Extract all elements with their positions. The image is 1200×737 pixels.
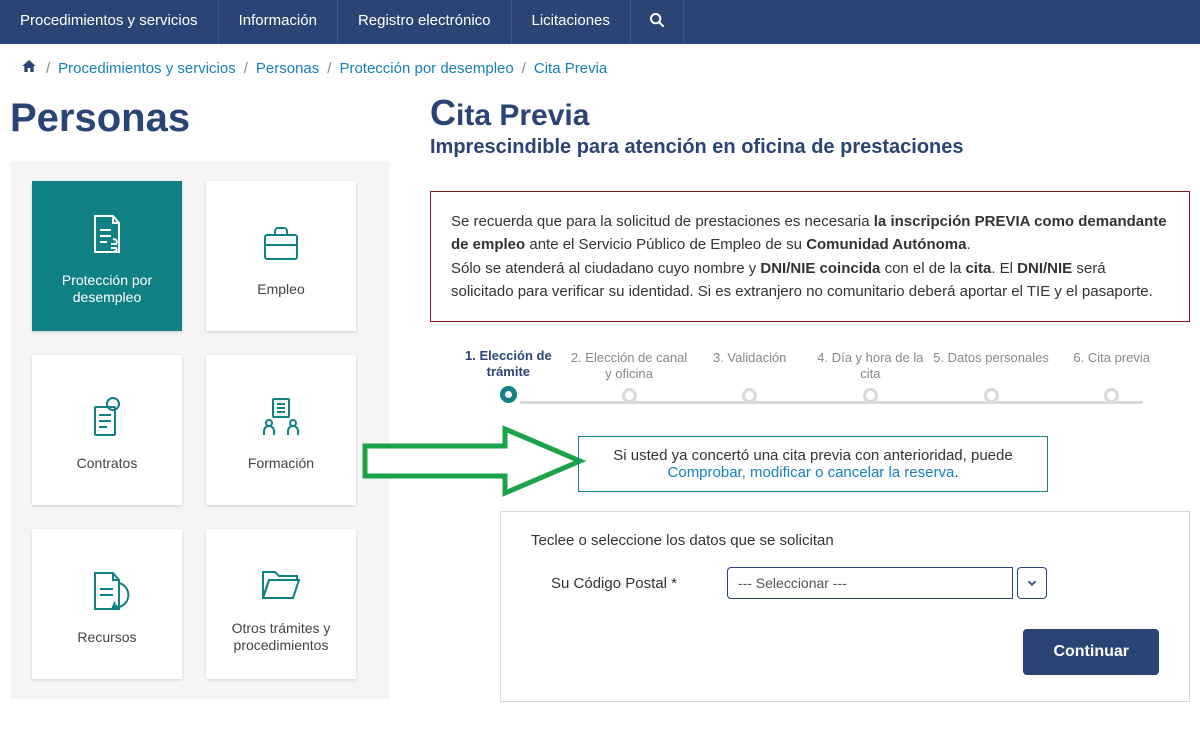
content-subtitle: Imprescindible para atención en oficina … <box>430 136 1190 159</box>
document-refresh-icon <box>79 563 135 619</box>
folder-open-icon <box>253 554 309 610</box>
home-icon[interactable] <box>20 58 38 78</box>
breadcrumb-sep: / <box>327 60 331 77</box>
step-indicator: 1. Elección de trámite 2. Elección de ca… <box>430 348 1190 406</box>
check-modify-cancel-link[interactable]: Comprobar, modificar o cancelar la reser… <box>668 464 955 481</box>
card-label: Empleo <box>257 281 304 298</box>
briefcase-icon <box>253 215 309 271</box>
breadcrumb-sep: / <box>244 60 248 77</box>
card-label: Formación <box>248 455 314 472</box>
step-3: 3. Validación <box>689 350 810 406</box>
chevron-down-icon[interactable] <box>1017 567 1047 599</box>
form-box: Teclee o seleccione los datos que se sol… <box>500 511 1190 702</box>
continue-button[interactable]: Continuar <box>1023 629 1159 675</box>
training-icon <box>253 389 309 445</box>
page-title: Personas <box>10 96 390 141</box>
nav-procedimientos[interactable]: Procedimientos y servicios <box>0 0 219 44</box>
existing-appointment-box: Si usted ya concertó una cita previa con… <box>578 436 1048 492</box>
nav-search[interactable] <box>631 0 684 44</box>
top-nav: Procedimientos y servicios Información R… <box>0 0 1200 44</box>
step-6: 6. Cita previa <box>1051 350 1172 406</box>
step-5: 5. Datos personales <box>931 350 1052 406</box>
sidebar-panel: Protección por desempleo Empleo Contrato… <box>10 161 390 699</box>
card-label: Contratos <box>77 455 138 472</box>
form-prompt: Teclee o seleccione los datos que se sol… <box>531 532 1159 549</box>
card-label: Protección por desempleo <box>42 272 172 306</box>
step-1: 1. Elección de trámite <box>448 348 569 406</box>
content-title: Cita Previa <box>430 92 1190 134</box>
card-contratos[interactable]: Contratos <box>32 355 182 505</box>
arrow-right-icon <box>360 424 590 503</box>
nav-informacion[interactable]: Información <box>219 0 338 44</box>
breadcrumb-item-2[interactable]: Personas <box>256 60 319 77</box>
card-empleo[interactable]: Empleo <box>206 181 356 331</box>
breadcrumb: / Procedimientos y servicios / Personas … <box>0 44 1200 86</box>
card-proteccion-desempleo[interactable]: Protección por desempleo <box>32 181 182 331</box>
nav-registro[interactable]: Registro electrónico <box>338 0 512 44</box>
notice-box: Se recuerda que para la solicitud de pre… <box>430 191 1190 322</box>
card-label: Recursos <box>77 629 136 646</box>
card-formacion[interactable]: Formación <box>206 355 356 505</box>
breadcrumb-item-4[interactable]: Cita Previa <box>534 60 607 77</box>
card-grid: Protección por desempleo Empleo Contrato… <box>32 181 368 679</box>
document-euro-icon <box>79 206 135 262</box>
breadcrumb-sep: / <box>522 60 526 77</box>
card-otros-tramites[interactable]: Otros trámites y procedimientos <box>206 529 356 679</box>
card-label: Otros trámites y procedimientos <box>216 620 346 654</box>
card-recursos[interactable]: Recursos <box>32 529 182 679</box>
postal-code-select[interactable]: --- Seleccionar --- <box>727 567 1047 599</box>
nav-licitaciones[interactable]: Licitaciones <box>512 0 631 44</box>
postal-code-label: Su Código Postal * <box>551 575 677 592</box>
postal-code-value[interactable]: --- Seleccionar --- <box>727 567 1013 599</box>
step-4: 4. Día y hora de la cita <box>810 350 931 406</box>
breadcrumb-sep: / <box>46 60 50 77</box>
search-icon <box>649 15 665 32</box>
linkbox-text: Si usted ya concertó una cita previa con… <box>613 447 1012 464</box>
breadcrumb-item-1[interactable]: Procedimientos y servicios <box>58 60 236 77</box>
contract-icon <box>79 389 135 445</box>
step-2: 2. Elección de canal y oficina <box>569 350 690 406</box>
breadcrumb-item-3[interactable]: Protección por desempleo <box>339 60 513 77</box>
